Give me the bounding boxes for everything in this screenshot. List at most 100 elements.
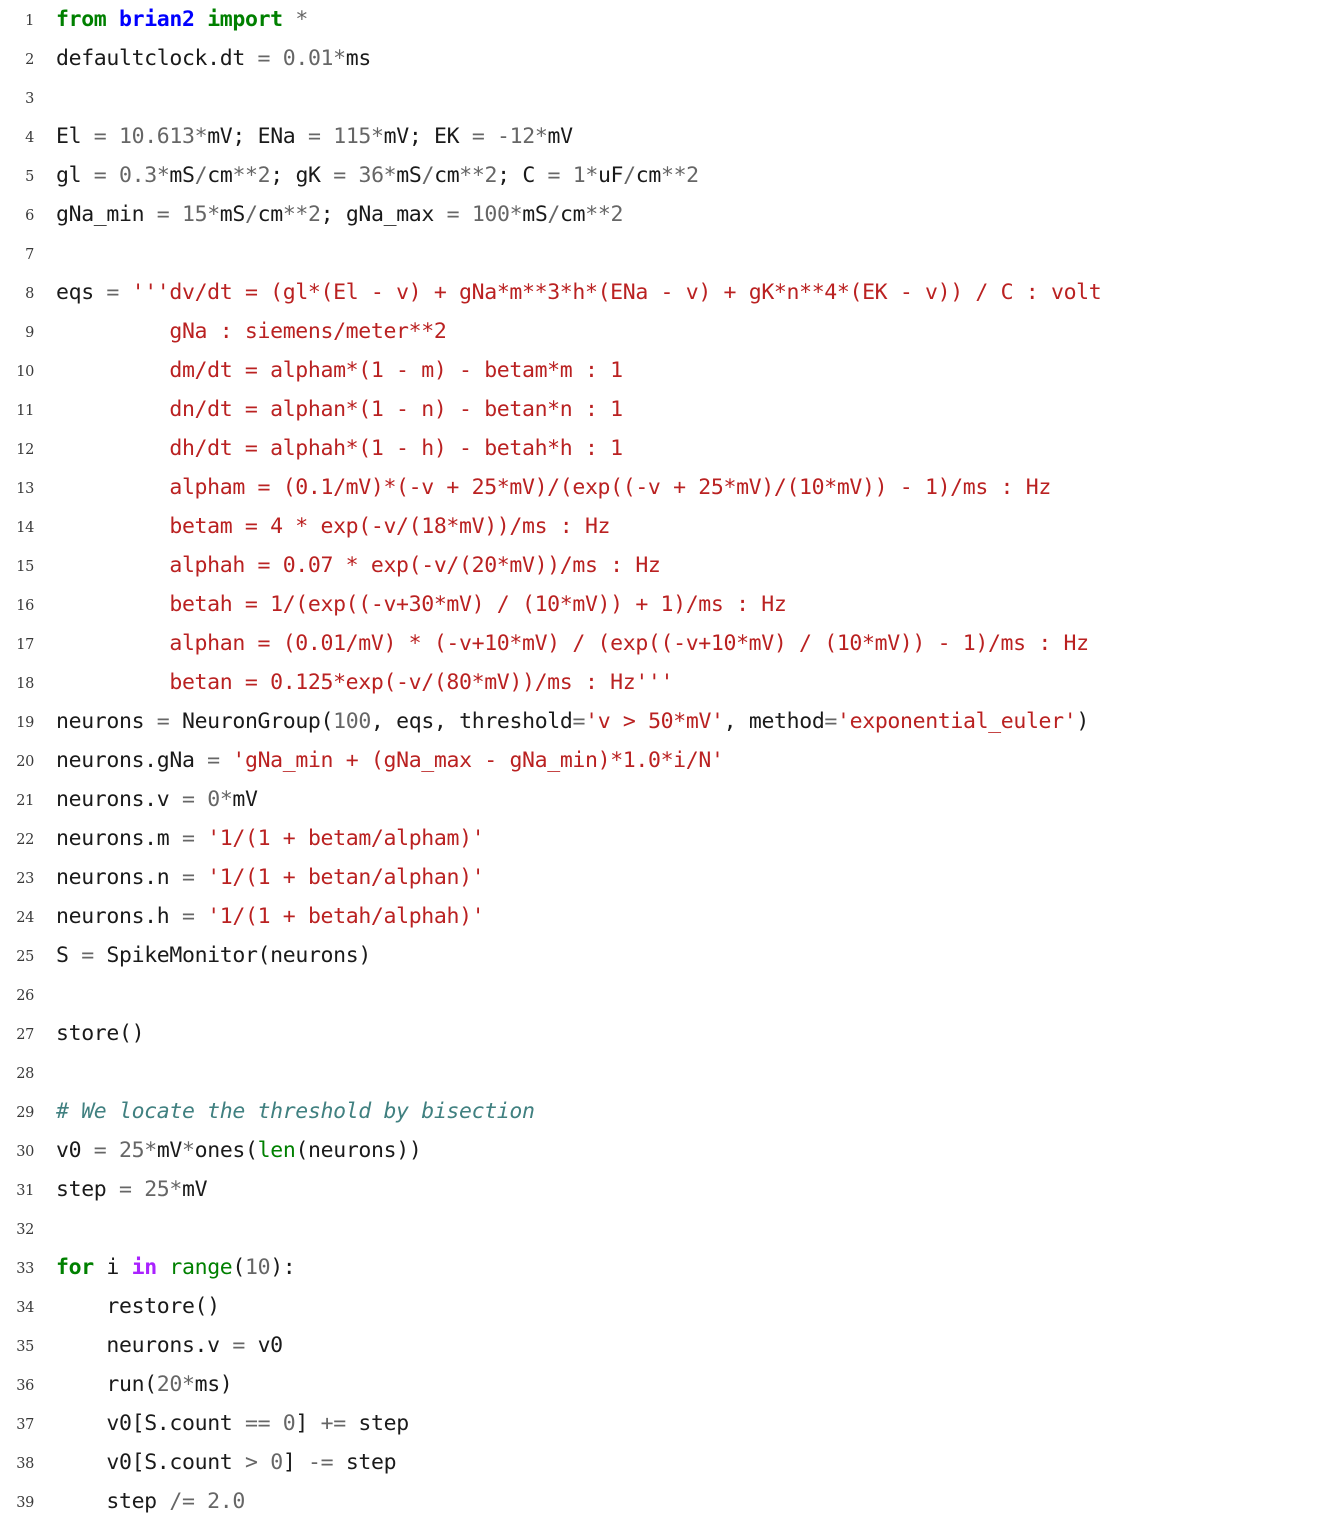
token-o: =: [93, 1138, 107, 1163]
line-number: 34: [16, 1300, 34, 1316]
token-n: [560, 163, 573, 188]
line-number: 29: [16, 1105, 34, 1121]
token-n: mV: [383, 124, 410, 149]
line-number: 27: [16, 1027, 34, 1043]
token-o: =: [93, 124, 107, 149]
token-o: /: [421, 163, 435, 188]
token-n: S: [144, 1411, 157, 1436]
token-s: alphan = (0.01/mV) * (-v+10*mV) / (exp((…: [56, 631, 1089, 656]
token-n: [157, 1255, 170, 1280]
token-o: /: [623, 163, 636, 188]
token-kn: from: [56, 7, 107, 32]
code-line: 13 alpham = (0.1/mV)*(-v + 25*mV)/(exp((…: [0, 468, 1326, 507]
token-n: v: [156, 787, 182, 812]
token-n: ms: [345, 46, 372, 71]
code-line: 27 store(): [0, 1014, 1326, 1053]
token-n: El: [56, 124, 94, 149]
token-p: )): [396, 1138, 422, 1163]
token-o: =: [257, 46, 271, 71]
token-n: cm: [560, 202, 586, 227]
token-n: cm: [635, 163, 662, 188]
token-s: '1/(1 + betam/alpham)': [207, 826, 485, 851]
token-n: step: [56, 1177, 119, 1202]
token-s: alpham = (0.1/mV)*(-v + 25*mV)/(exp((-v …: [56, 475, 1051, 500]
token-o: /: [245, 202, 258, 227]
token-o: **: [282, 202, 309, 227]
line-number: 1: [25, 13, 34, 29]
token-o: *: [156, 163, 170, 188]
token-m: 115: [333, 124, 372, 149]
code-line: 33 for i in range(10):: [0, 1248, 1326, 1287]
token-n: neurons: [308, 1138, 397, 1163]
line-number: 6: [25, 208, 34, 224]
token-n: neurons: [56, 787, 145, 812]
token-o: *: [182, 1138, 195, 1163]
token-n: mV: [232, 787, 258, 812]
token-p: ): [219, 1372, 233, 1397]
token-m: 36: [358, 163, 384, 188]
code-line-source: store(): [56, 1021, 145, 1046]
token-p: ]: [282, 1450, 296, 1475]
token-n: v: [207, 1333, 233, 1358]
token-n: store: [56, 1021, 119, 1046]
token-k: for: [56, 1255, 94, 1280]
token-n: v0: [56, 1138, 94, 1163]
token-m: 25: [144, 1177, 170, 1202]
code-line-source: dn/dt = alphan*(1 - n) - betan*n : 1: [56, 397, 623, 422]
line-number: 31: [16, 1183, 34, 1199]
line-number: 10: [16, 364, 34, 380]
token-p: ,: [433, 709, 447, 734]
token-p: [: [131, 1411, 145, 1436]
code-line: 38 v0[S.count > 0] -= step: [0, 1443, 1326, 1482]
token-n: NeuronGroup: [169, 709, 321, 734]
token-n: [195, 787, 208, 812]
token-p: (: [320, 709, 334, 734]
token-p: .: [156, 1450, 170, 1475]
line-number: 3: [25, 91, 34, 107]
token-m: 0.3: [119, 163, 157, 188]
code-line-source: neurons.v = v0: [56, 1333, 283, 1358]
line-number: 22: [16, 832, 34, 848]
token-n: mV: [207, 124, 233, 149]
code-line: 36 run(20*ms): [0, 1365, 1326, 1404]
token-n: h: [156, 904, 182, 929]
code-line: 22 neurons.m = '1/(1 + betam/alpham)': [0, 819, 1326, 858]
code-line: 11 dn/dt = alphan*(1 - n) - betan*n : 1: [0, 390, 1326, 429]
token-n: [106, 163, 119, 188]
token-s: '''dv/dt = (gl*(El - v) + gNa*m**3*h*(EN…: [131, 280, 1102, 305]
token-n: [270, 46, 283, 71]
token-o: *: [534, 124, 548, 149]
token-n: count: [169, 1411, 245, 1436]
code-line: 6 gNa_min = 15*mS/cm**2; gNa_max = 100*mS…: [0, 195, 1326, 234]
token-m: 25: [119, 1138, 145, 1163]
token-n: mV: [182, 1177, 208, 1202]
token-p: (: [245, 1138, 258, 1163]
token-o: **: [232, 163, 258, 188]
token-p: ;: [408, 124, 422, 149]
code-line: 24 neurons.h = '1/(1 + betah/alphah)': [0, 897, 1326, 936]
code-line: 10 dm/dt = alpham*(1 - m) - betam*m : 1: [0, 351, 1326, 390]
token-o: *: [181, 1372, 195, 1397]
code-line: 37 v0[S.count == 0] += step: [0, 1404, 1326, 1443]
token-n: v0: [244, 1333, 284, 1358]
code-line: 2 defaultclock.dt = 0.01*ms: [0, 39, 1326, 78]
token-n: mV: [547, 124, 573, 149]
token-o: =: [446, 202, 460, 227]
token-n: ones: [194, 1138, 246, 1163]
token-o: *: [219, 787, 233, 812]
token-n: [484, 124, 497, 149]
code-line-source: eqs = '''dv/dt = (gl*(El - v) + gNa*m**3…: [56, 280, 1102, 305]
token-s: betah = 1/(exp((-v+30*mV) / (10*mV)) + 1…: [56, 592, 787, 617]
token-n: i: [93, 1255, 132, 1280]
token-n: threshold: [446, 709, 573, 734]
token-o: =: [207, 748, 220, 773]
line-number: 28: [16, 1066, 34, 1082]
token-o: =: [118, 1177, 132, 1202]
token-n: S: [144, 1450, 157, 1475]
line-number: 37: [16, 1417, 34, 1433]
token-o: ==: [244, 1411, 271, 1436]
line-number: 5: [25, 169, 34, 185]
token-o: =: [156, 709, 170, 734]
code-line: 35 neurons.v = v0: [0, 1326, 1326, 1365]
token-s: dm/dt = alpham*(1 - m) - betam*m : 1: [56, 358, 623, 383]
